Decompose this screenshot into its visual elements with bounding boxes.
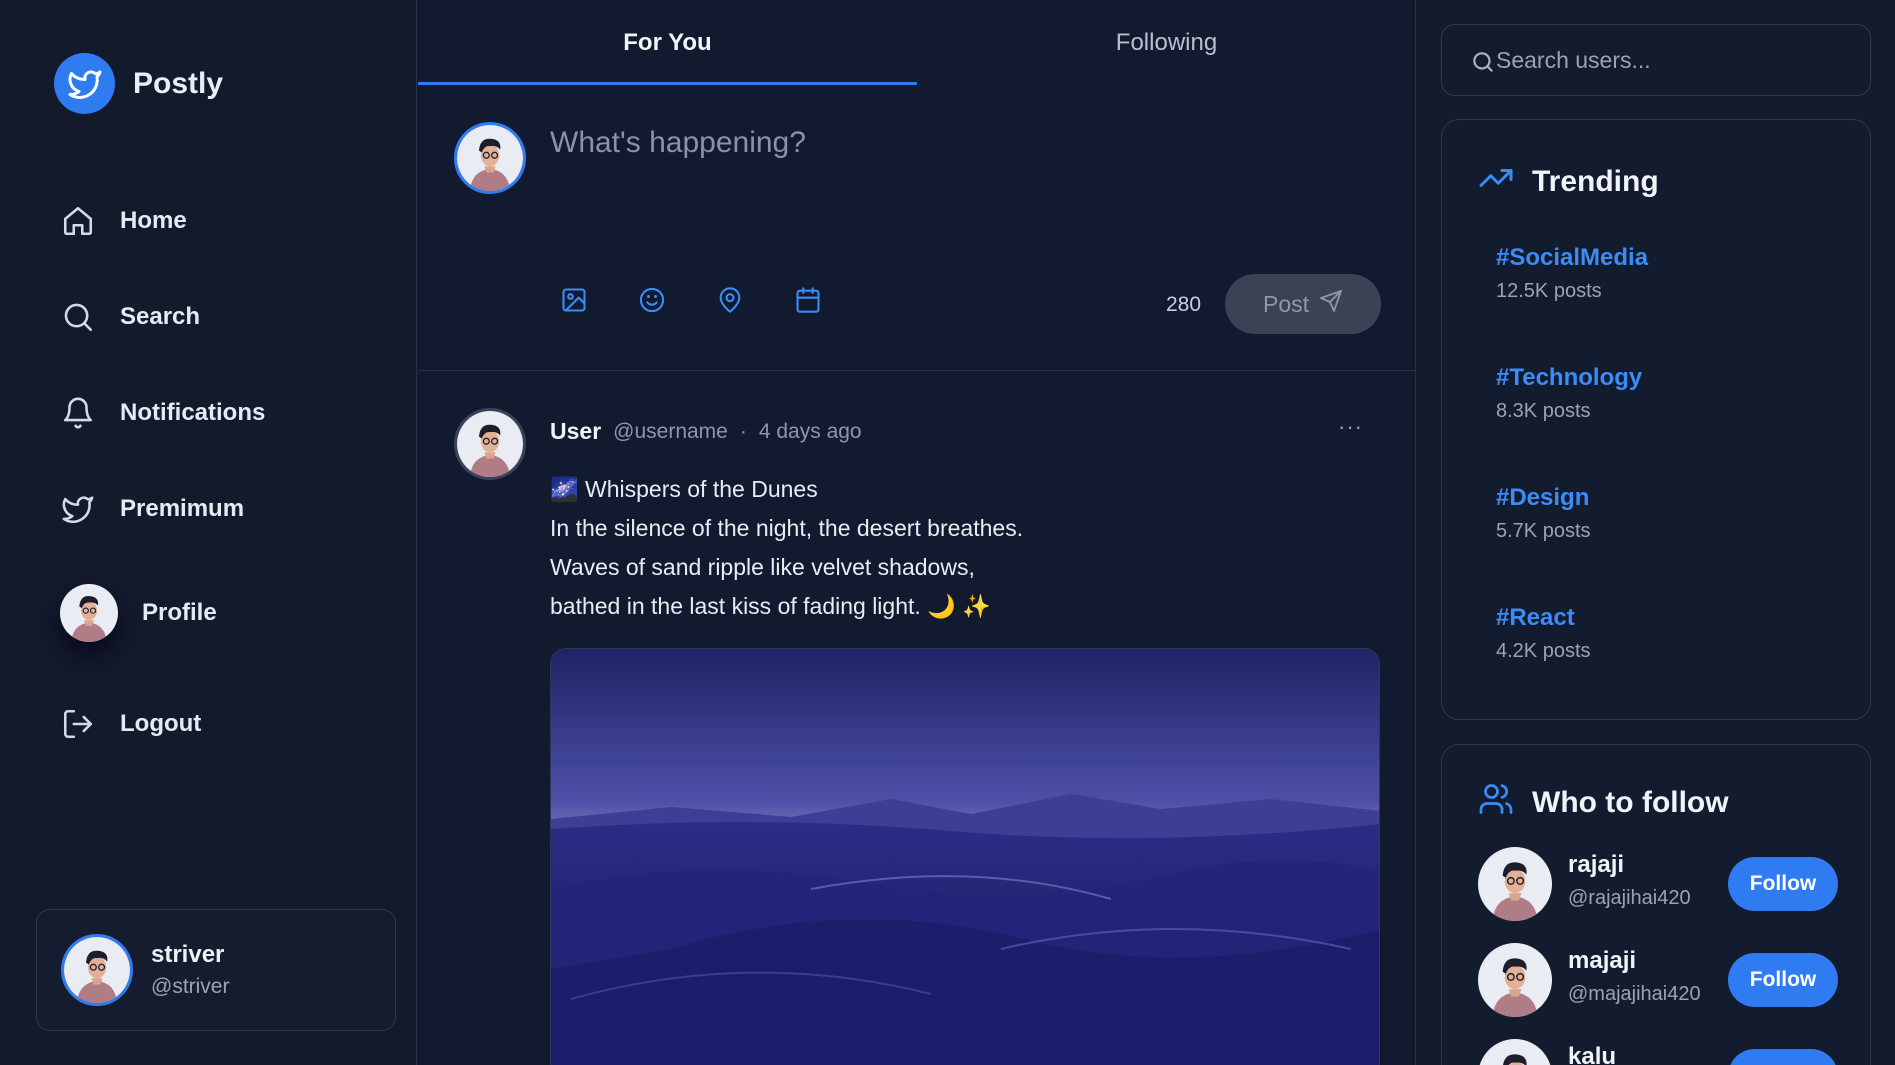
- post-line: In the silence of the night, the desert …: [550, 515, 1024, 541]
- user-search[interactable]: [1441, 24, 1871, 96]
- tab-following[interactable]: Following: [917, 0, 1416, 86]
- trend-tag: #React: [1496, 604, 1575, 631]
- trend-count: 5.7K posts: [1496, 520, 1591, 542]
- search-icon: [1470, 49, 1496, 80]
- suggestion-handle: @rajajihai420: [1568, 887, 1691, 909]
- suggestion-handle: @majajihai420: [1568, 983, 1701, 1005]
- trend-count: 12.5K posts: [1496, 280, 1602, 302]
- post-author-name[interactable]: User: [550, 418, 601, 445]
- follow-button[interactable]: Follow: [1728, 1049, 1838, 1065]
- active-tab-indicator: [418, 82, 917, 85]
- avatar: [454, 122, 526, 194]
- post-composer: 280 Post: [418, 86, 1416, 371]
- trend-item[interactable]: #Technology 8.3K posts: [1496, 364, 1642, 423]
- trend-count: 8.3K posts: [1496, 400, 1591, 422]
- post-separator: ·: [739, 419, 747, 443]
- account-name: striver: [151, 941, 225, 968]
- nav-label-search: Search: [120, 303, 201, 330]
- post-line: 🌌 Whispers of the Dunes: [550, 476, 818, 502]
- bird-icon: [60, 491, 96, 527]
- search-input[interactable]: [1496, 46, 1856, 74]
- composer-toolbar: [560, 286, 822, 314]
- who-to-follow-card: Who to follow rajaji @rajajihai420 Follo…: [1441, 744, 1871, 1065]
- post-image[interactable]: [550, 648, 1380, 1065]
- brand[interactable]: Postly: [54, 53, 223, 114]
- bird-icon: [54, 53, 115, 114]
- post-text: 🌌 Whispers of the Dunes In the silence o…: [550, 470, 1370, 626]
- trend-item[interactable]: #SocialMedia 12.5K posts: [1496, 244, 1648, 303]
- post-line: Waves of sand ripple like velvet shadows…: [550, 554, 975, 580]
- trending-card: Trending #SocialMedia 12.5K posts #Techn…: [1441, 119, 1871, 720]
- nav-item-home[interactable]: Home: [60, 196, 360, 246]
- image-icon[interactable]: [560, 286, 588, 314]
- who-to-follow-title: Who to follow: [1532, 786, 1729, 819]
- right-sidebar: Trending #SocialMedia 12.5K posts #Techn…: [1417, 0, 1895, 1065]
- tab-for-you[interactable]: For You: [418, 0, 917, 86]
- emoji-icon[interactable]: [638, 286, 666, 314]
- follow-suggestion: kalu Follow: [1478, 1039, 1858, 1065]
- bell-icon: [60, 395, 96, 431]
- trend-item[interactable]: #Design 5.7K posts: [1496, 484, 1591, 543]
- post-line: bathed in the last kiss of fading light.…: [550, 593, 991, 619]
- compose-input[interactable]: [550, 126, 1370, 246]
- nav-label-premium: Premimum: [120, 495, 245, 522]
- avatar[interactable]: [454, 408, 526, 480]
- left-sidebar: Postly Home Search Notifications Premimu…: [0, 0, 417, 1065]
- follow-suggestion: majaji @majajihai420 Follow: [1478, 943, 1858, 1019]
- trend-tag: #SocialMedia: [1496, 244, 1649, 271]
- post-button[interactable]: Post: [1225, 274, 1381, 334]
- nav-label-home: Home: [120, 207, 187, 234]
- nav-item-search[interactable]: Search: [60, 292, 360, 342]
- account-handle: @striver: [151, 975, 230, 998]
- avatar[interactable]: [1478, 1039, 1552, 1065]
- location-icon[interactable]: [716, 286, 744, 314]
- nav-label-logout: Logout: [120, 710, 202, 737]
- nav-item-profile[interactable]: Profile: [60, 588, 360, 638]
- trending-title: Trending: [1532, 165, 1659, 198]
- post-author-handle: @username: [613, 419, 728, 443]
- nav-item-logout[interactable]: Logout: [60, 699, 360, 749]
- follow-button[interactable]: Follow: [1728, 953, 1838, 1007]
- avatar: [60, 584, 118, 642]
- trending-header: Trending: [1478, 160, 1659, 204]
- post-card: User @username · 4 days ago ··· 🌌 Whispe…: [418, 372, 1416, 1065]
- calendar-icon[interactable]: [794, 286, 822, 314]
- post-button-label: Post: [1262, 290, 1310, 317]
- feed-tabs: For You Following: [418, 0, 1416, 86]
- nav-label-profile: Profile: [142, 599, 217, 626]
- who-to-follow-header: Who to follow: [1478, 781, 1729, 825]
- trend-tag: #Technology: [1496, 364, 1643, 391]
- post-timestamp: 4 days ago: [758, 419, 862, 443]
- character-counter: 280: [1166, 293, 1202, 316]
- feed-column: For You Following What's happening? 280 …: [418, 0, 1416, 1065]
- trend-item[interactable]: #React 4.2K posts: [1496, 604, 1591, 663]
- trending-up-icon: [1478, 160, 1514, 204]
- suggestion-name[interactable]: majaji: [1568, 947, 1636, 975]
- brand-name: Postly: [133, 66, 224, 100]
- send-icon: [1319, 289, 1343, 319]
- nav-item-notifications[interactable]: Notifications: [60, 388, 360, 438]
- suggestion-name[interactable]: rajaji: [1568, 851, 1624, 879]
- follow-button[interactable]: Follow: [1728, 857, 1838, 911]
- home-icon: [60, 203, 96, 239]
- app-window: Postly Home Search Notifications Premimu…: [0, 0, 1895, 1065]
- suggestion-name[interactable]: kalu: [1568, 1043, 1616, 1065]
- avatar[interactable]: [1478, 847, 1552, 921]
- account-switcher[interactable]: striver @striver: [36, 909, 396, 1031]
- avatar: [61, 934, 133, 1006]
- logout-icon: [60, 706, 96, 742]
- users-icon: [1478, 781, 1514, 825]
- post-header: User @username · 4 days ago: [550, 418, 862, 445]
- more-options-icon[interactable]: ···: [1338, 414, 1363, 440]
- avatar[interactable]: [1478, 943, 1552, 1017]
- nav-item-premium[interactable]: Premimum: [60, 484, 360, 534]
- trend-tag: #Design: [1496, 484, 1590, 511]
- trend-count: 4.2K posts: [1496, 640, 1591, 662]
- search-icon: [60, 299, 96, 335]
- follow-suggestion: rajaji @rajajihai420 Follow: [1478, 847, 1858, 923]
- nav-label-notifications: Notifications: [120, 399, 266, 426]
